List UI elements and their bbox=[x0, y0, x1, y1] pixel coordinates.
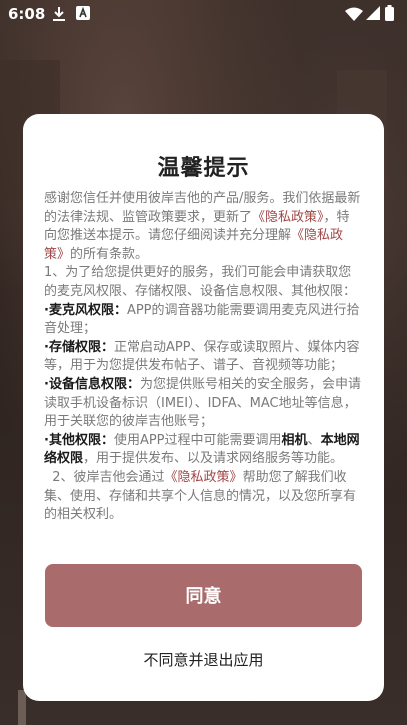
device-permission-label: ·设备信息权限： bbox=[44, 376, 140, 392]
status-time: 6:08 bbox=[8, 5, 46, 23]
other-permission-label: ·其他权限： bbox=[44, 432, 114, 448]
intro-suffix: 的所有条款。 bbox=[70, 246, 149, 262]
other-permission-tail: ，用于提供发布、以及请求网络服务等功能。 bbox=[83, 451, 344, 467]
decline-exit-button[interactable]: 不同意并退出应用 bbox=[23, 649, 384, 670]
storage-permission-label: ·存储权限： bbox=[44, 339, 114, 355]
section-1: 1、为了给您提供更好的服务，我们可能会申请获取您的麦克风权限、存储权限、设备信息… bbox=[44, 265, 357, 299]
battery-icon bbox=[385, 5, 394, 25]
mic-permission-label: ·麦克风权限： bbox=[44, 302, 127, 318]
intro-paragraph: 感谢您信任并使用彼岸吉他的产品/服务。我们依据最新的法律法规、监管政策要求，更新… bbox=[44, 190, 362, 264]
dialog-content[interactable]: 感谢您信任并使用彼岸吉他的产品/服务。我们依据最新的法律法规、监管政策要求，更新… bbox=[44, 190, 362, 553]
wifi-icon bbox=[345, 7, 363, 25]
privacy-policy-link[interactable]: 《隐私政策》 bbox=[165, 470, 243, 485]
content-fade bbox=[23, 524, 384, 564]
camera-permission: 相机 bbox=[281, 432, 308, 448]
privacy-dialog: 温馨提示 感谢您信任并使用彼岸吉他的产品/服务。我们依据最新的法律法规、监管政策… bbox=[23, 114, 384, 701]
section-2: 2、彼岸吉他会通过《隐私政策》帮助您了解我们收集、使用、存储和共享个人信息的情况… bbox=[44, 469, 362, 525]
device-permission: ·设备信息权限：为您提供账号相关的安全服务，会申请读取手机设备标识（IMEI）、… bbox=[44, 376, 362, 432]
download-icon bbox=[52, 6, 66, 26]
dialog-title: 温馨提示 bbox=[157, 156, 250, 181]
section-2-prefix: 2、彼岸吉他会通过 bbox=[52, 469, 165, 485]
other-permission: ·其他权限：使用APP过程中可能需要调用相机、本地网络权限，用于提供发布、以及请… bbox=[44, 432, 362, 469]
signal-icon bbox=[366, 6, 380, 24]
other-permission-sep: 、 bbox=[307, 432, 321, 448]
agree-button[interactable]: 同意 bbox=[45, 564, 362, 627]
other-permission-text: 使用APP过程中可能需要调用 bbox=[113, 432, 282, 448]
font-a-icon bbox=[76, 6, 90, 24]
privacy-policy-link[interactable]: 《隐私政策》 bbox=[252, 210, 324, 225]
mic-permission: ·麦克风权限：APP的调音器功能需要调用麦克风进行拾音处理； bbox=[44, 302, 362, 339]
background-shape bbox=[18, 690, 26, 725]
status-bar: 6:08 bbox=[0, 0, 407, 28]
storage-permission: ·存储权限：正常启动APP、保存或读取照片、媒体内容等，用于为您提供发布帖子、谱… bbox=[44, 339, 362, 376]
